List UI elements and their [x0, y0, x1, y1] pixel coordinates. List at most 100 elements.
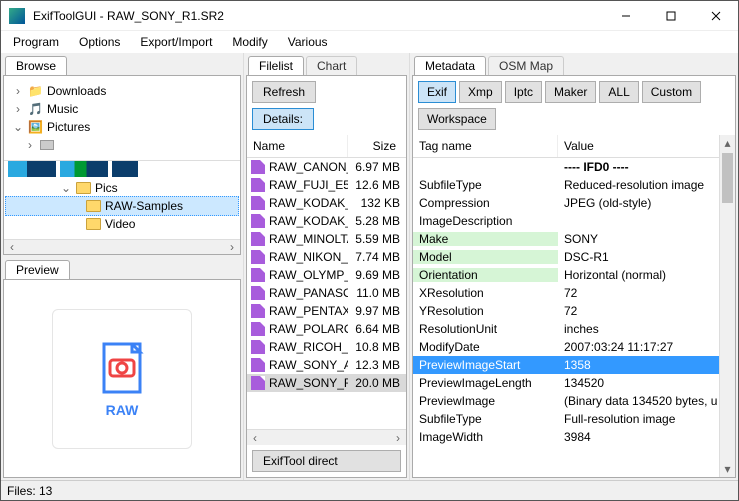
- tree-pictures[interactable]: Pictures: [47, 118, 90, 136]
- metadata-row[interactable]: PreviewImageLength134520: [413, 374, 735, 392]
- file-row[interactable]: RAW_POLARO_6.64 MB: [247, 320, 406, 338]
- file-row[interactable]: RAW_PENTAX_9.97 MB: [247, 302, 406, 320]
- file-row[interactable]: RAW_KODAK_5.28 MB: [247, 212, 406, 230]
- xmp-button[interactable]: Xmp: [459, 81, 502, 103]
- file-row[interactable]: RAW_KODAK_132 KB: [247, 194, 406, 212]
- metadata-value: ---- IFD0 ----: [558, 160, 735, 174]
- maximize-button[interactable]: [648, 1, 693, 30]
- tab-filelist[interactable]: Filelist: [248, 56, 304, 75]
- client-area: Browse ›📁Downloads ›🎵Music ⌄🖼️Pictures ›…: [1, 53, 738, 480]
- app-icon: [9, 8, 25, 24]
- status-file-count: Files: 13: [7, 484, 52, 498]
- file-list[interactable]: Name Size RAW_CANON_6.97 MBRAW_FUJI_E551…: [247, 135, 406, 429]
- file-icon: [251, 322, 265, 336]
- metadata-value: (Binary data 134520 bytes, u: [558, 394, 735, 408]
- thumbnail[interactable]: [60, 160, 108, 177]
- refresh-button[interactable]: Refresh: [252, 81, 316, 103]
- menu-export-import[interactable]: Export/Import: [136, 33, 216, 51]
- tab-chart[interactable]: Chart: [306, 56, 357, 75]
- menu-modify[interactable]: Modify: [228, 33, 271, 51]
- thumbnail-strip[interactable]: [4, 160, 240, 177]
- tree-downloads[interactable]: Downloads: [47, 82, 106, 100]
- metadata-row[interactable]: OrientationHorizontal (normal): [413, 266, 735, 284]
- file-row[interactable]: RAW_FUJI_E5512.6 MB: [247, 176, 406, 194]
- tree-pics[interactable]: Pics: [95, 179, 118, 197]
- folder-tree[interactable]: ›📁Downloads ›🎵Music ⌄🖼️Pictures ›: [4, 76, 240, 160]
- file-row[interactable]: RAW_NIKON_D7.74 MB: [247, 248, 406, 266]
- col-header-size[interactable]: Size: [348, 135, 406, 157]
- metadata-tag: ImageWidth: [413, 430, 558, 444]
- metadata-row[interactable]: MakeSONY: [413, 230, 735, 248]
- metadata-tag: SubfileType: [413, 412, 558, 426]
- file-row[interactable]: RAW_MINOLTA5.59 MB: [247, 230, 406, 248]
- metadata-row[interactable]: XResolution72: [413, 284, 735, 302]
- tab-metadata[interactable]: Metadata: [414, 56, 486, 75]
- menu-various[interactable]: Various: [284, 33, 332, 51]
- col-header-value[interactable]: Value: [558, 135, 735, 157]
- menu-program[interactable]: Program: [9, 33, 63, 51]
- metadata-row[interactable]: SubfileTypeFull-resolution image: [413, 410, 735, 428]
- file-name: RAW_OLYMP_: [269, 268, 348, 282]
- file-icon: [251, 250, 265, 264]
- tree-raw-samples[interactable]: RAW-Samples: [105, 197, 183, 215]
- filelist-scroll-h[interactable]: ‹›: [247, 429, 406, 445]
- thumbnail[interactable]: [112, 160, 138, 177]
- file-row[interactable]: RAW_OLYMP_9.69 MB: [247, 266, 406, 284]
- metadata-row[interactable]: ImageDescription: [413, 212, 735, 230]
- metadata-row[interactable]: PreviewImageStart1358: [413, 356, 735, 374]
- metadata-value: DSC-R1: [558, 250, 735, 264]
- menu-options[interactable]: Options: [75, 33, 124, 51]
- file-name: RAW_POLARO_: [269, 322, 348, 336]
- metadata-tag: Orientation: [413, 268, 558, 282]
- file-size: 9.69 MB: [348, 268, 406, 282]
- file-row[interactable]: RAW_RICOH_G10.8 MB: [247, 338, 406, 356]
- col-header-tagname[interactable]: Tag name: [413, 135, 558, 157]
- file-row[interactable]: RAW_SONY_A_12.3 MB: [247, 356, 406, 374]
- tree-music[interactable]: Music: [47, 100, 78, 118]
- all-button[interactable]: ALL: [599, 81, 638, 103]
- metadata-tag: ImageDescription: [413, 214, 558, 228]
- details-button[interactable]: Details:: [252, 108, 314, 130]
- file-row[interactable]: RAW_PANASO_11.0 MB: [247, 284, 406, 302]
- minimize-button[interactable]: [603, 1, 648, 30]
- file-size: 5.59 MB: [348, 232, 406, 246]
- custom-button[interactable]: Custom: [642, 81, 701, 103]
- file-icon: [251, 160, 265, 174]
- metadata-value: 134520: [558, 376, 735, 390]
- exif-button[interactable]: Exif: [418, 81, 456, 103]
- metadata-table[interactable]: Tag name Value ---- IFD0 ---- SubfileType…: [413, 135, 735, 477]
- tree-video[interactable]: Video: [105, 215, 135, 233]
- metadata-row[interactable]: ModelDSC-R1: [413, 248, 735, 266]
- col-header-name[interactable]: Name: [247, 135, 348, 157]
- close-button[interactable]: [693, 1, 738, 30]
- metadata-value: 72: [558, 286, 735, 300]
- file-row[interactable]: RAW_CANON_6.97 MB: [247, 158, 406, 176]
- metadata-row[interactable]: CompressionJPEG (old-style): [413, 194, 735, 212]
- tree-scroll-h[interactable]: ‹›: [4, 239, 240, 254]
- thumbnail[interactable]: [8, 160, 56, 177]
- metadata-value: 1358: [558, 358, 735, 372]
- metadata-row[interactable]: ImageWidth3984: [413, 428, 735, 446]
- menubar: Program Options Export/Import Modify Var…: [1, 31, 738, 53]
- iptc-button[interactable]: Iptc: [505, 81, 542, 103]
- tab-preview[interactable]: Preview: [5, 260, 70, 279]
- metadata-row[interactable]: ResolutionUnitinches: [413, 320, 735, 338]
- metadata-tag: ResolutionUnit: [413, 322, 558, 336]
- metadata-row[interactable]: ---- IFD0 ----: [413, 158, 735, 176]
- metadata-row[interactable]: YResolution72: [413, 302, 735, 320]
- metadata-tag: YResolution: [413, 304, 558, 318]
- metadata-row[interactable]: ModifyDate2007:03:24 11:17:27: [413, 338, 735, 356]
- file-row[interactable]: RAW_SONY_R120.0 MB: [247, 374, 406, 392]
- file-name: RAW_CANON_: [269, 160, 348, 174]
- metadata-row[interactable]: PreviewImage(Binary data 134520 bytes, u: [413, 392, 735, 410]
- maker-button[interactable]: Maker: [545, 81, 596, 103]
- workspace-button[interactable]: Workspace: [418, 108, 496, 130]
- file-icon: [251, 268, 265, 282]
- titlebar: ExifToolGUI - RAW_SONY_R1.SR2: [1, 1, 738, 31]
- metadata-scroll-v[interactable]: ▴ ▾: [719, 135, 735, 477]
- exiftool-direct-button[interactable]: ExifTool direct: [252, 450, 401, 472]
- metadata-row[interactable]: SubfileTypeReduced-resolution image: [413, 176, 735, 194]
- metadata-value: Full-resolution image: [558, 412, 735, 426]
- tab-browse[interactable]: Browse: [5, 56, 67, 75]
- tab-osm-map[interactable]: OSM Map: [488, 56, 564, 75]
